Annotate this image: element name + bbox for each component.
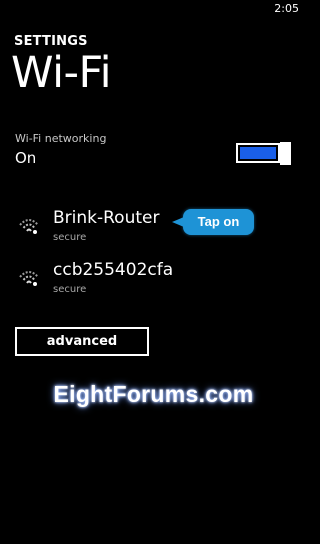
wifi-toggle-switch[interactable] [236,142,292,165]
advanced-button[interactable]: advanced [15,327,149,356]
tap-on-callout: Tap on [172,209,254,235]
toggle-thumb[interactable] [280,142,291,165]
network-security: secure [53,232,87,243]
toggle-track [236,143,280,163]
status-time: 2:05 [274,2,299,15]
wifi-signal-icon [18,213,40,235]
network-name: Brink-Router [53,208,160,228]
page-title: Wi-Fi [11,48,112,98]
settings-section-label: SETTINGS [14,34,88,49]
watermark: EightForums.com [53,381,254,407]
toggle-fill [240,147,276,159]
network-security: secure [53,284,87,295]
network-name: ccb255402cfa [53,260,174,280]
wifi-signal-icon [18,265,40,287]
wifi-toggle-state: On [15,149,37,167]
network-item-ccb255402cfa[interactable]: ccb255402cfa secure [18,260,258,300]
wifi-toggle-label: Wi-Fi networking [15,132,107,145]
